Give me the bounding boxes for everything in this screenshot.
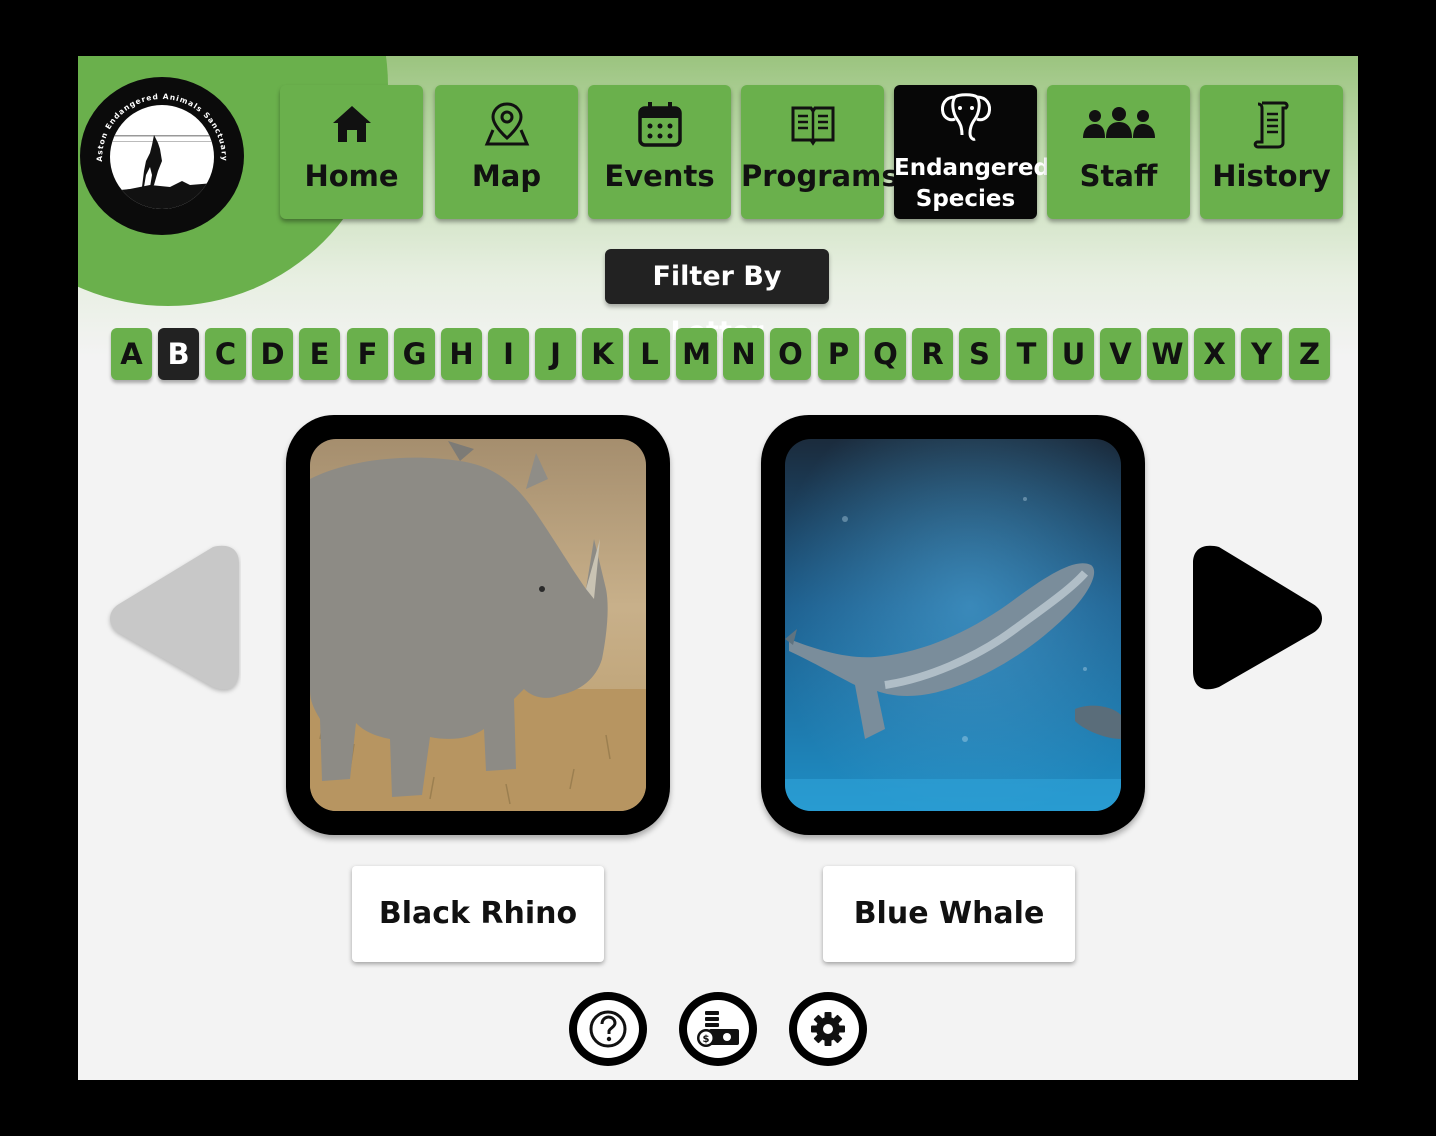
letter-k-button[interactable]: K bbox=[582, 328, 623, 380]
animal-name-blue-whale[interactable]: Blue Whale bbox=[823, 866, 1075, 962]
nav-endangered-line2: Species bbox=[915, 186, 1016, 212]
letter-x-button[interactable]: X bbox=[1194, 328, 1235, 380]
settings-icon bbox=[797, 1000, 859, 1058]
letter-y-button[interactable]: Y bbox=[1241, 328, 1282, 380]
nav-events[interactable]: Events bbox=[588, 85, 731, 219]
nav-endangered-line1: Endangered bbox=[894, 155, 1050, 181]
nav-history[interactable]: History bbox=[1200, 85, 1343, 219]
letter-s-button[interactable]: S bbox=[959, 328, 1000, 380]
animal-name-black-rhino[interactable]: Black Rhino bbox=[352, 866, 604, 962]
letter-a-button[interactable]: A bbox=[111, 328, 152, 380]
rhino-photo bbox=[310, 439, 646, 811]
letter-u-button[interactable]: U bbox=[1053, 328, 1094, 380]
letter-r-button[interactable]: R bbox=[912, 328, 953, 380]
nav-staff[interactable]: Staff bbox=[1047, 85, 1190, 219]
svg-text:$: $ bbox=[703, 1034, 710, 1045]
donate-icon: $ bbox=[687, 1000, 749, 1058]
letter-c-button[interactable]: C bbox=[205, 328, 246, 380]
scroll-icon bbox=[1200, 99, 1343, 149]
animal-card-black-rhino[interactable] bbox=[286, 415, 670, 835]
nav-programs-label: Programs bbox=[741, 159, 899, 193]
letter-f-button[interactable]: F bbox=[347, 328, 388, 380]
letter-m-button[interactable]: M bbox=[676, 328, 717, 380]
letter-z-button[interactable]: Z bbox=[1289, 328, 1330, 380]
letter-n-button[interactable]: N bbox=[723, 328, 764, 380]
nav-home-label: Home bbox=[304, 159, 399, 193]
filter-by-letter-label: Filter By Letter bbox=[605, 249, 829, 347]
letter-o-button[interactable]: O bbox=[770, 328, 811, 380]
letter-q-button[interactable]: Q bbox=[865, 328, 906, 380]
previous-arrow-button[interactable] bbox=[105, 541, 241, 696]
settings-button[interactable] bbox=[789, 992, 867, 1066]
nav-endangered-species[interactable]: Endangered Species bbox=[894, 85, 1050, 219]
letter-h-button[interactable]: H bbox=[441, 328, 482, 380]
nav-programs[interactable]: Programs bbox=[741, 85, 899, 219]
letter-v-button[interactable]: V bbox=[1100, 328, 1141, 380]
letter-w-button[interactable]: W bbox=[1147, 328, 1188, 380]
animal-card-blue-whale[interactable] bbox=[761, 415, 1145, 835]
nav-history-label: History bbox=[1212, 159, 1331, 193]
app-screen: Aston Endangered Animals Sanctuary Home … bbox=[78, 56, 1358, 1080]
calendar-icon bbox=[588, 99, 731, 149]
nav-map-label: Map bbox=[471, 159, 542, 193]
nav-map[interactable]: Map bbox=[435, 85, 578, 219]
nav-staff-label: Staff bbox=[1079, 159, 1158, 193]
letter-j-button[interactable]: J bbox=[535, 328, 576, 380]
book-icon bbox=[741, 99, 884, 149]
letter-g-button[interactable]: G bbox=[394, 328, 435, 380]
letter-b-button[interactable]: B bbox=[158, 328, 199, 380]
letter-e-button[interactable]: E bbox=[299, 328, 340, 380]
letter-p-button[interactable]: P bbox=[818, 328, 859, 380]
whale-photo bbox=[785, 439, 1121, 811]
nav-home[interactable]: Home bbox=[280, 85, 423, 219]
letter-i-button[interactable]: I bbox=[488, 328, 529, 380]
sanctuary-logo[interactable]: Aston Endangered Animals Sanctuary bbox=[80, 77, 244, 235]
nav-endangered-species-label: Endangered Species bbox=[894, 153, 1050, 215]
nav-events-label: Events bbox=[604, 159, 715, 193]
home-icon bbox=[280, 99, 423, 149]
donate-button[interactable]: $ bbox=[679, 992, 757, 1066]
wolf-emblem-icon bbox=[110, 105, 214, 209]
letter-l-button[interactable]: L bbox=[629, 328, 670, 380]
letter-t-button[interactable]: T bbox=[1006, 328, 1047, 380]
help-button[interactable] bbox=[569, 992, 647, 1066]
people-icon bbox=[1047, 99, 1190, 149]
help-icon bbox=[577, 1000, 639, 1058]
map-pin-icon bbox=[435, 99, 578, 149]
elephant-icon bbox=[894, 93, 1037, 143]
next-arrow-button[interactable] bbox=[1191, 541, 1327, 696]
letter-d-button[interactable]: D bbox=[252, 328, 293, 380]
